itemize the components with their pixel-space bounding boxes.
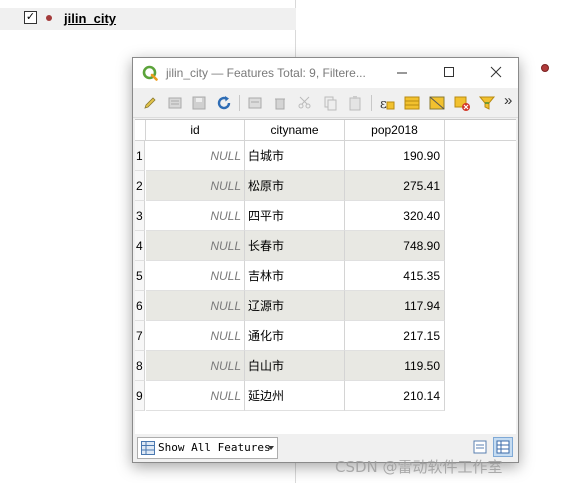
table-view-icon	[496, 440, 510, 454]
filter-icon[interactable]	[478, 94, 496, 112]
form-view-button[interactable]	[470, 437, 490, 457]
toolbar-separator	[371, 95, 372, 111]
toolbar-overflow-button[interactable]: »	[504, 92, 512, 109]
layer-visibility-checkbox[interactable]: ✓	[24, 11, 37, 24]
cell-id[interactable]: NULL	[146, 321, 245, 351]
cell-pop2018[interactable]: 217.15	[345, 321, 445, 351]
cell-id[interactable]: NULL	[146, 381, 245, 411]
cell-id[interactable]: NULL	[146, 351, 245, 381]
cell-cityname[interactable]: 四平市	[245, 201, 345, 231]
expression-select-icon[interactable]: ε	[378, 94, 396, 112]
title-bar[interactable]: jilin_city — Features Total: 9, Filtere.…	[133, 58, 518, 88]
cell-cityname[interactable]: 白城市	[245, 141, 345, 171]
deselect-icon[interactable]	[453, 94, 471, 112]
layer-item-jilin-city[interactable]: ✓ jilin_city	[0, 8, 296, 30]
row-number[interactable]: 7	[135, 321, 145, 351]
app-root: ✓ jilin_city jilin_city — Features Total…	[0, 0, 561, 483]
header-corner[interactable]	[135, 120, 146, 141]
copy-icon[interactable]	[321, 94, 339, 112]
cell-id[interactable]: NULL	[146, 261, 245, 291]
cell-id[interactable]: NULL	[146, 291, 245, 321]
add-feature-icon[interactable]	[246, 94, 264, 112]
cell-cityname[interactable]: 白山市	[245, 351, 345, 381]
form-view-icon	[473, 440, 487, 454]
cell-pop2018[interactable]: 210.14	[345, 381, 445, 411]
row-number[interactable]: 6	[135, 291, 145, 321]
cell-cityname[interactable]: 通化市	[245, 321, 345, 351]
invert-selection-icon[interactable]	[428, 94, 446, 112]
cell-cityname[interactable]: 延边州	[245, 381, 345, 411]
cell-pop2018[interactable]: 119.50	[345, 351, 445, 381]
column-header-id[interactable]: id	[146, 120, 245, 141]
cell-cityname[interactable]: 松原市	[245, 171, 345, 201]
attribute-toolbar: ε »	[133, 88, 518, 118]
row-number[interactable]: 9	[135, 381, 145, 411]
maximize-icon	[444, 67, 454, 77]
save-edits-icon[interactable]	[190, 94, 208, 112]
cell-pop2018[interactable]: 415.35	[345, 261, 445, 291]
delete-feature-icon[interactable]	[271, 94, 289, 112]
header-filler	[445, 120, 516, 141]
multi-edit-icon[interactable]	[166, 94, 184, 112]
pencil-edit-icon[interactable]	[141, 94, 159, 112]
row-number[interactable]: 8	[135, 351, 145, 381]
row-number[interactable]: 5	[135, 261, 145, 291]
cell-pop2018[interactable]: 748.90	[345, 231, 445, 261]
svg-text:ε: ε	[380, 97, 387, 112]
attribute-table: id cityname pop2018 1 NULL 白城市 190.90 2 …	[135, 119, 516, 434]
cut-icon[interactable]	[296, 94, 314, 112]
column-header-cityname[interactable]: cityname	[245, 120, 345, 141]
cell-id[interactable]: NULL	[146, 231, 245, 261]
table-grid-icon	[141, 441, 155, 455]
map-point-feature	[541, 64, 549, 72]
attribute-table-window: jilin_city — Features Total: 9, Filtere.…	[132, 57, 519, 463]
row-number[interactable]: 3	[135, 201, 145, 231]
show-features-label: Show All Features	[158, 441, 271, 454]
cell-cityname[interactable]: 长春市	[245, 231, 345, 261]
cell-pop2018[interactable]: 190.90	[345, 141, 445, 171]
chevron-down-icon	[268, 446, 274, 450]
reload-icon[interactable]	[215, 94, 233, 112]
qgis-logo-icon	[142, 65, 158, 81]
paste-icon[interactable]	[346, 94, 364, 112]
minimize-icon	[397, 72, 407, 74]
minimize-button[interactable]	[391, 62, 413, 82]
cell-id[interactable]: NULL	[146, 141, 245, 171]
cell-id[interactable]: NULL	[146, 171, 245, 201]
maximize-button[interactable]	[438, 62, 460, 82]
watermark-text: CSDN @雷动软件工作室	[335, 458, 503, 476]
cell-pop2018[interactable]: 117.94	[345, 291, 445, 321]
row-number[interactable]: 1	[135, 141, 145, 171]
table-view-button[interactable]	[493, 437, 513, 457]
close-button[interactable]	[485, 62, 507, 82]
close-icon	[490, 66, 502, 78]
cell-cityname[interactable]: 吉林市	[245, 261, 345, 291]
cell-pop2018[interactable]: 275.41	[345, 171, 445, 201]
select-all-icon[interactable]	[403, 94, 421, 112]
cell-pop2018[interactable]: 320.40	[345, 201, 445, 231]
row-number[interactable]: 2	[135, 171, 145, 201]
layer-name: jilin_city	[64, 11, 117, 26]
show-features-dropdown[interactable]: Show All Features	[137, 437, 278, 459]
cell-cityname[interactable]: 辽源市	[245, 291, 345, 321]
column-header-pop2018[interactable]: pop2018	[345, 120, 445, 141]
toolbar-separator	[239, 95, 240, 111]
row-number[interactable]: 4	[135, 231, 145, 261]
window-title: jilin_city — Features Total: 9, Filtere.…	[166, 66, 366, 80]
point-symbol-icon	[46, 15, 52, 21]
cell-id[interactable]: NULL	[146, 201, 245, 231]
